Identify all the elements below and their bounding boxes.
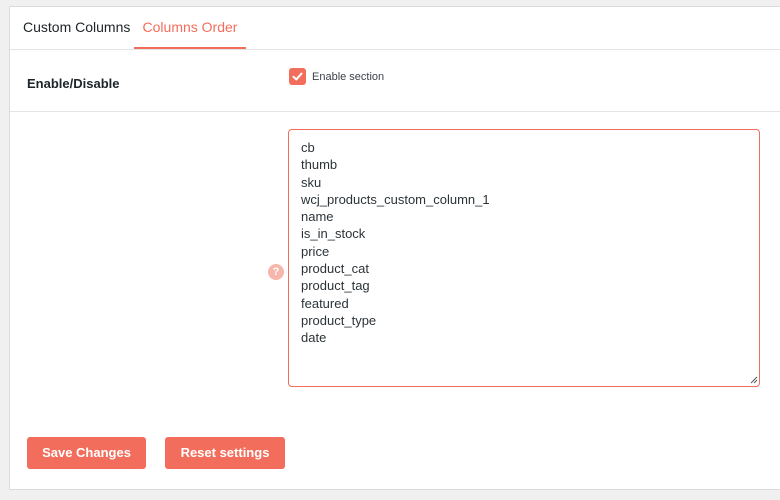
reset-settings-button[interactable]: Reset settings [165, 437, 285, 469]
tab-columns-order[interactable]: Columns Order [134, 7, 246, 49]
tab-bar: Custom Columns Columns Order [10, 7, 780, 50]
checkmark-icon [292, 72, 303, 81]
enable-section-checkbox[interactable] [289, 68, 306, 85]
columns-order-textarea[interactable] [288, 129, 760, 387]
save-changes-button[interactable]: Save Changes [27, 437, 146, 469]
help-icon[interactable]: ? [268, 264, 284, 280]
enable-section-label[interactable]: Enable section [312, 71, 384, 83]
tab-custom-columns[interactable]: Custom Columns [23, 7, 130, 49]
resize-handle-icon[interactable] [750, 376, 758, 384]
enable-disable-label: Enable/Disable [27, 76, 120, 91]
enable-disable-row: Enable/Disable Enable section [10, 50, 780, 112]
settings-panel: Custom Columns Columns Order Enable/Disa… [9, 6, 780, 490]
